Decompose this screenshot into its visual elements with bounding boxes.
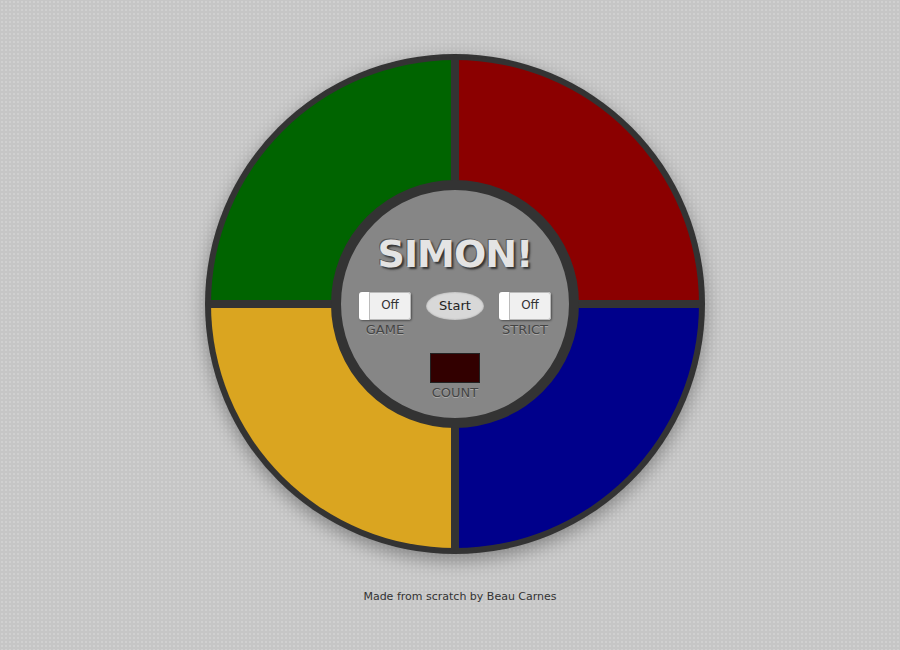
- switch-label: STRICT: [502, 322, 548, 338]
- toggle-switch[interactable]: Off: [359, 292, 411, 320]
- toggle-switch[interactable]: Off: [499, 292, 551, 320]
- count-label: COUNT: [432, 385, 479, 401]
- switch-label: GAME: [366, 322, 404, 338]
- control-hub: SIMON! Off GAME Start Off STRICT COUNT: [331, 180, 579, 428]
- game-title: SIMON!: [378, 234, 533, 276]
- footer-credit: Made from scratch by Beau Carnes: [353, 589, 556, 606]
- controls-row: Off GAME Start Off STRICT: [354, 292, 556, 338]
- game-area: SIMON! Off GAME Start Off STRICT COUNT Made fro…: [0, 0, 900, 606]
- toggle-state: Off: [381, 298, 399, 312]
- start-button[interactable]: Start: [426, 292, 484, 320]
- toggle-state: Off: [521, 298, 539, 312]
- switch-group: Off STRICT: [494, 292, 556, 338]
- count-display: [430, 353, 480, 383]
- simon-board: SIMON! Off GAME Start Off STRICT COUNT: [205, 54, 705, 554]
- switch-group: Off GAME: [354, 292, 416, 338]
